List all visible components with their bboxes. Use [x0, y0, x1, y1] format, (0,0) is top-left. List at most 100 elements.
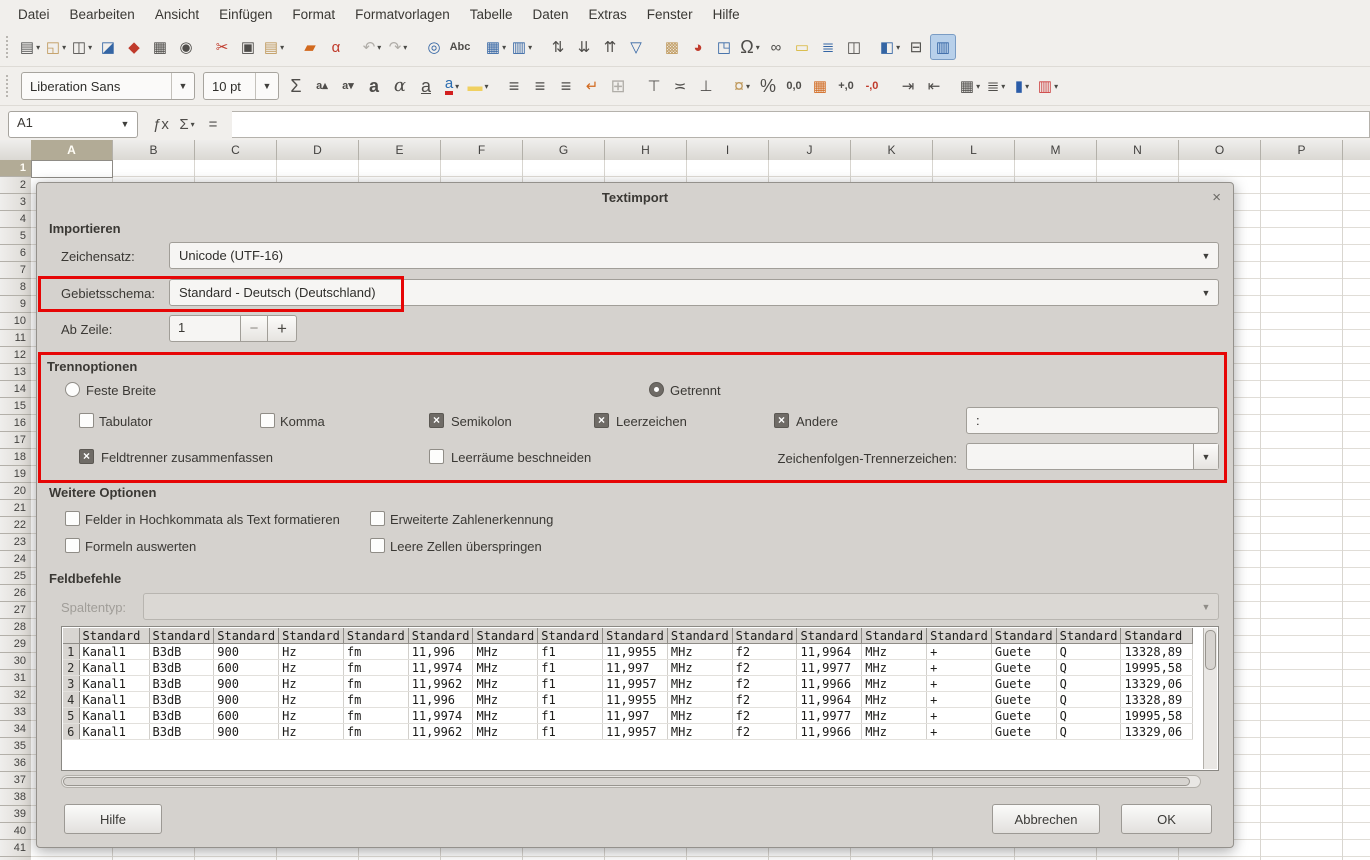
print-preview-icon[interactable]: ◉: [174, 35, 198, 59]
space-checkbox[interactable]: [594, 413, 609, 428]
skip-empty-cells-checkbox[interactable]: [370, 538, 385, 553]
separated-radio[interactable]: [649, 382, 664, 397]
row-header-12[interactable]: 12: [0, 347, 31, 364]
delete-decimal-icon[interactable]: -,0: [860, 74, 884, 98]
chevron-down-icon[interactable]: ▼: [255, 73, 278, 99]
column-header-g[interactable]: G: [523, 140, 605, 160]
row-header-4[interactable]: 4: [0, 211, 31, 228]
column-header-j[interactable]: J: [769, 140, 851, 160]
open-document-icon[interactable]: ◱▾: [44, 35, 68, 59]
menu-item-fenster[interactable]: Fenster: [637, 3, 703, 26]
space-label[interactable]: Leerzeichen: [616, 414, 687, 429]
row-header-29[interactable]: 29: [0, 636, 31, 653]
row-header-15[interactable]: 15: [0, 398, 31, 415]
save-as-icon[interactable]: ◪: [96, 35, 120, 59]
row-header-22[interactable]: 22: [0, 517, 31, 534]
column-header-k[interactable]: K: [851, 140, 933, 160]
preview-column-header-16[interactable]: Standard: [1056, 628, 1121, 644]
borders-icon[interactable]: ▦▾: [958, 74, 982, 98]
name-box[interactable]: A1 ▼: [8, 111, 138, 138]
column-header-m[interactable]: M: [1015, 140, 1097, 160]
column-header-a[interactable]: A: [31, 140, 113, 160]
locale-dropdown[interactable]: Standard - Deutsch (Deutschland) ▼: [169, 279, 1219, 306]
sort-icon[interactable]: ⇅: [546, 35, 570, 59]
sort-ascending-icon[interactable]: ⇈: [598, 35, 622, 59]
skip-empty-cells-label[interactable]: Leere Zellen überspringen: [390, 539, 542, 554]
string-delimiter-combobox[interactable]: ▼: [966, 443, 1219, 470]
preview-column-header-3[interactable]: Standard: [214, 628, 279, 644]
number-format-icon[interactable]: 0,0: [782, 74, 806, 98]
column-header-p[interactable]: P: [1261, 140, 1343, 160]
preview-column-header-11[interactable]: Standard: [732, 628, 797, 644]
autofilter-icon[interactable]: ▽: [624, 35, 648, 59]
row-header-14[interactable]: 14: [0, 381, 31, 398]
other-checkbox[interactable]: [774, 413, 789, 428]
font-name-combo[interactable]: Liberation Sans ▼: [21, 72, 195, 100]
tab-label[interactable]: Tabulator: [99, 414, 152, 429]
scrollbar-thumb[interactable]: [63, 777, 1190, 786]
quoted-as-text-label[interactable]: Felder in Hochkommata als Text formatier…: [85, 512, 340, 527]
center-vertically-icon[interactable]: ≍: [668, 74, 692, 98]
preview-column-header-6[interactable]: Standard: [408, 628, 473, 644]
row-header-41[interactable]: 41: [0, 840, 31, 857]
row-header-33[interactable]: 33: [0, 704, 31, 721]
tab-checkbox[interactable]: [79, 413, 94, 428]
copy-icon[interactable]: ▣: [236, 35, 260, 59]
toolbar-handle[interactable]: [6, 75, 13, 97]
wrap-text-icon[interactable]: ↵: [580, 74, 604, 98]
fixed-width-radio[interactable]: [65, 382, 80, 397]
row-header-5[interactable]: 5: [0, 228, 31, 245]
row-header-10[interactable]: 10: [0, 313, 31, 330]
column-header-f[interactable]: F: [441, 140, 523, 160]
column-header-l[interactable]: L: [933, 140, 1015, 160]
row-header-11[interactable]: 11: [0, 330, 31, 347]
underline-icon[interactable]: a: [414, 74, 438, 98]
row-header-28[interactable]: 28: [0, 619, 31, 636]
currency-format-icon[interactable]: ¤▾: [730, 74, 754, 98]
comma-label[interactable]: Komma: [280, 414, 325, 429]
row-header-37[interactable]: 37: [0, 772, 31, 789]
spelling-icon[interactable]: Abc: [448, 35, 472, 59]
preview-column-header-13[interactable]: Standard: [862, 628, 927, 644]
sort-descending-icon[interactable]: ⇊: [572, 35, 596, 59]
row-header-24[interactable]: 24: [0, 551, 31, 568]
comma-checkbox[interactable]: [260, 413, 275, 428]
preview-horizontal-scrollbar[interactable]: [61, 775, 1201, 788]
formula-input[interactable]: [232, 111, 1370, 138]
trim-spaces-label[interactable]: Leerräume beschneiden: [451, 450, 591, 465]
detect-numbers-checkbox[interactable]: [370, 511, 385, 526]
new-document-icon[interactable]: ▤▾: [18, 35, 42, 59]
row-header-34[interactable]: 34: [0, 721, 31, 738]
row-header-16[interactable]: 16: [0, 415, 31, 432]
row-header-7[interactable]: 7: [0, 262, 31, 279]
fixed-width-label[interactable]: Feste Breite: [86, 383, 156, 398]
row-header-39[interactable]: 39: [0, 806, 31, 823]
row-header-9[interactable]: 9: [0, 296, 31, 313]
preview-column-header-12[interactable]: Standard: [797, 628, 862, 644]
preview-column-header-2[interactable]: Standard: [149, 628, 214, 644]
minus-button[interactable]: −: [240, 315, 267, 342]
row-header-35[interactable]: 35: [0, 738, 31, 755]
separated-label[interactable]: Getrennt: [670, 383, 721, 398]
row-header-31[interactable]: 31: [0, 670, 31, 687]
italic-icon[interactable]: α: [388, 74, 412, 98]
freeze-panes-icon[interactable]: ◧▾: [878, 35, 902, 59]
insert-table-icon[interactable]: ▦▾: [484, 35, 508, 59]
cell-background-icon[interactable]: ▥▾: [1036, 74, 1060, 98]
column-header-n[interactable]: N: [1097, 140, 1179, 160]
chevron-down-icon[interactable]: ▼: [171, 73, 194, 99]
insert-chart-icon[interactable]: ◕: [686, 35, 710, 59]
split-window-icon[interactable]: ⊟: [904, 35, 928, 59]
menu-item-daten[interactable]: Daten: [523, 3, 579, 26]
evaluate-formulas-checkbox[interactable]: [65, 538, 80, 553]
other-label[interactable]: Andere: [796, 414, 838, 429]
merge-delimiters-label[interactable]: Feldtrenner zusammenfassen: [101, 450, 273, 465]
add-decimal-icon[interactable]: +,0: [834, 74, 858, 98]
help-button[interactable]: Hilfe: [64, 804, 162, 834]
row-header-18[interactable]: 18: [0, 449, 31, 466]
preview-column-header-14[interactable]: Standard: [927, 628, 992, 644]
menu-item-bearbeiten[interactable]: Bearbeiten: [60, 3, 145, 26]
plus-button[interactable]: +: [267, 315, 297, 342]
chevron-down-icon[interactable]: ▼: [1194, 280, 1218, 305]
cancel-button[interactable]: Abbrechen: [992, 804, 1100, 834]
